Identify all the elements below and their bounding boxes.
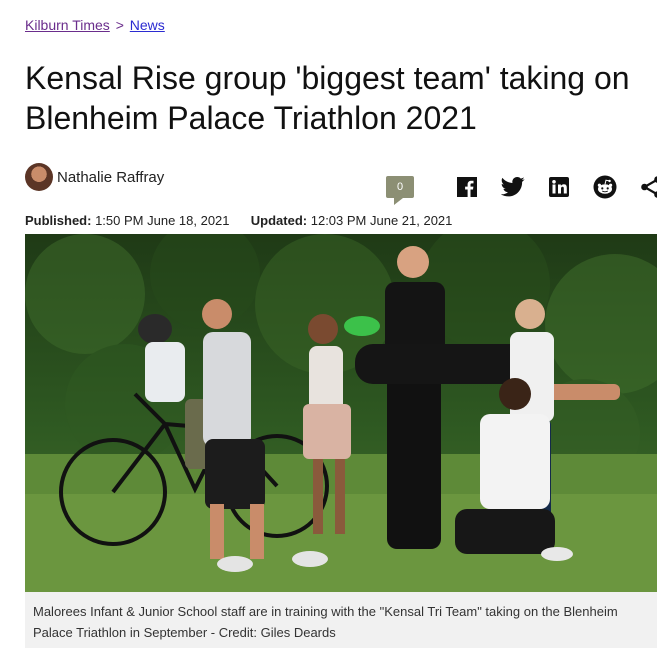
breadcrumb-separator: >	[115, 17, 124, 33]
article-photo	[25, 234, 657, 592]
share-icon[interactable]	[638, 174, 657, 200]
twitter-icon[interactable]	[500, 174, 526, 200]
author-avatar[interactable]	[25, 163, 53, 191]
article-title: Kensal Rise group 'biggest team' taking …	[25, 60, 630, 136]
published-label: Published:	[25, 213, 92, 228]
comment-count: 0	[396, 181, 404, 193]
reddit-icon[interactable]	[592, 174, 618, 200]
share-bar: 0	[386, 174, 657, 205]
updated-label: Updated:	[250, 213, 308, 228]
published-date: 1:50 PM June 18, 2021	[95, 213, 230, 228]
author-name[interactable]: Nathalie Raffray	[57, 169, 164, 186]
facebook-icon[interactable]	[454, 174, 480, 200]
updated-date: 12:03 PM June 21, 2021	[310, 213, 453, 228]
linkedin-icon[interactable]	[546, 174, 572, 200]
comment-count-button[interactable]: 0	[386, 176, 414, 205]
team-photo-illustration	[25, 234, 657, 592]
article-dates: Published: 1:50 PM June 18, 2021 Updated…	[25, 213, 452, 228]
breadcrumb-news-link[interactable]: News	[130, 17, 165, 33]
byline: Nathalie Raffray	[25, 163, 164, 191]
photo-caption: Malorees Infant & Junior School staff ar…	[25, 592, 657, 648]
breadcrumb: Kilburn Times > News	[25, 17, 165, 33]
breadcrumb-home-link[interactable]: Kilburn Times	[25, 17, 110, 33]
